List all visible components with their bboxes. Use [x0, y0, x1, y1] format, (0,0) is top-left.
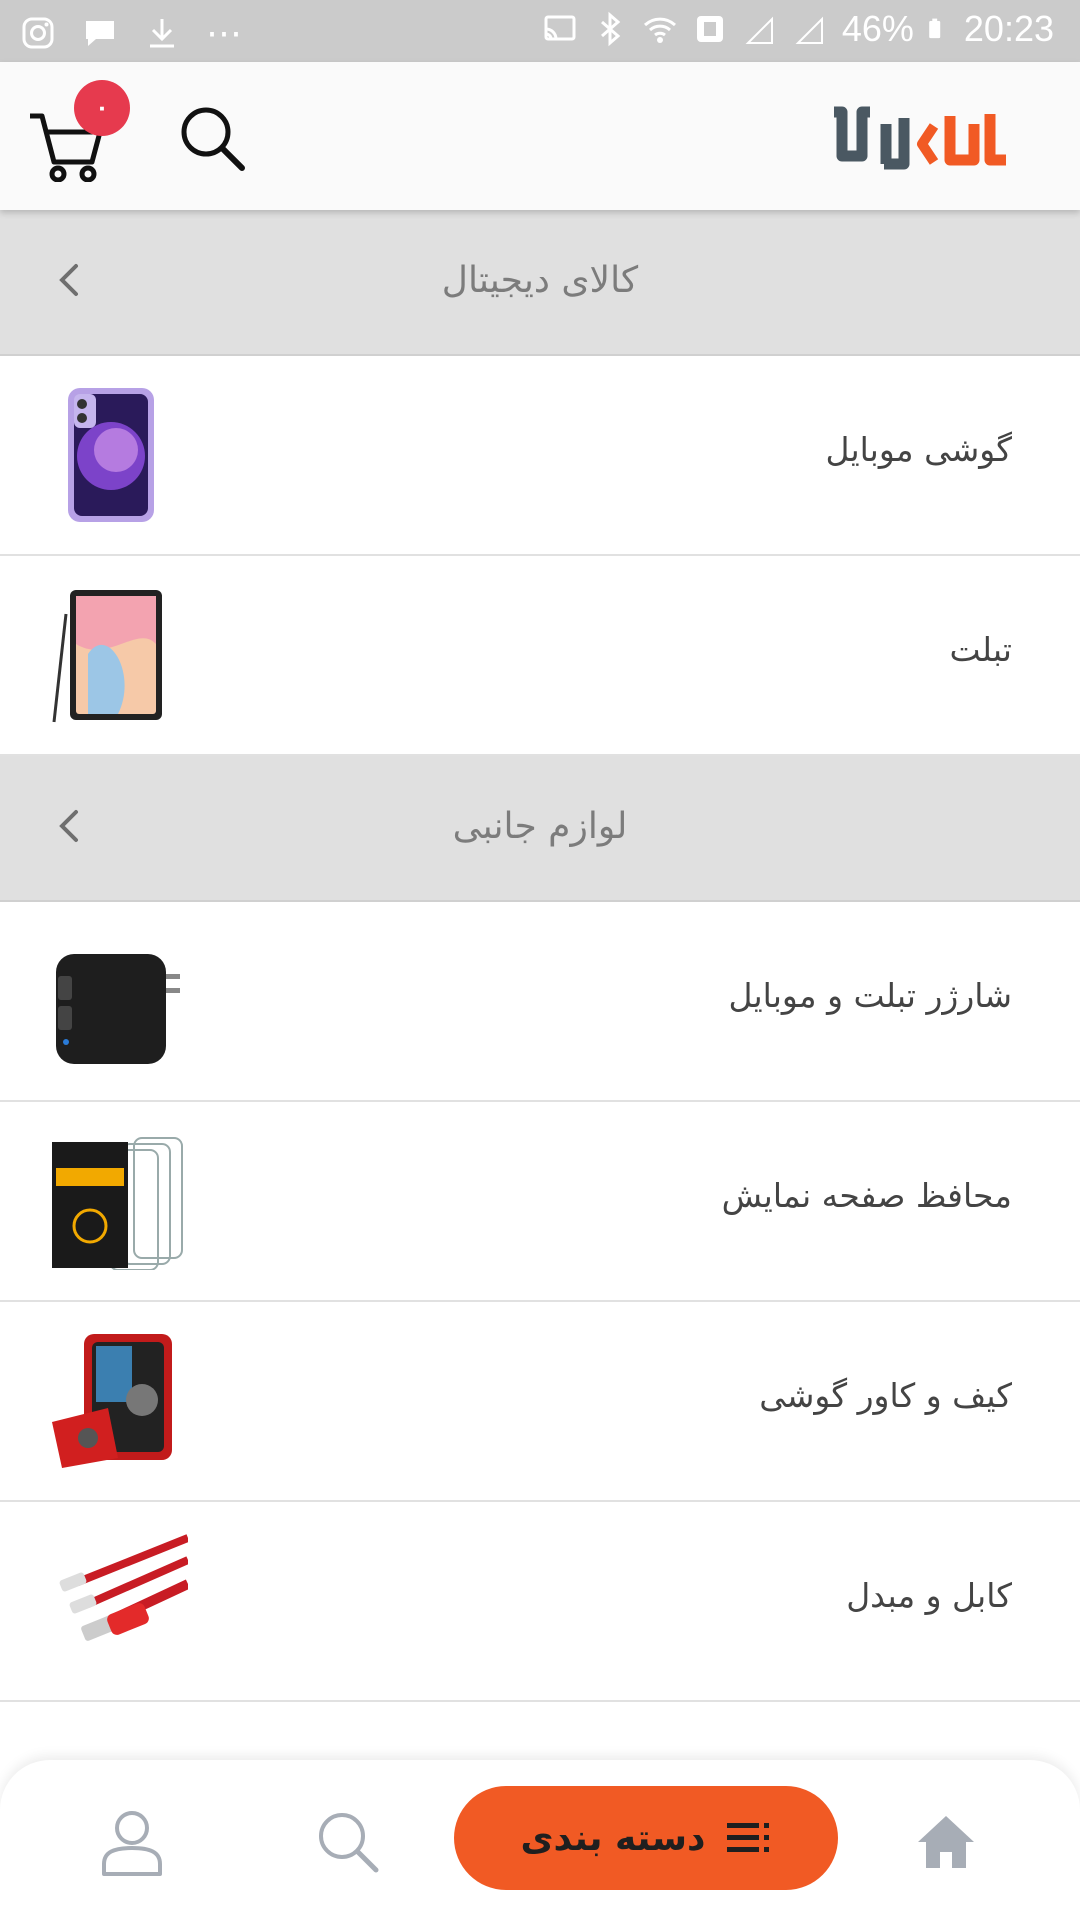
phone-case-thumbnail	[52, 1334, 172, 1468]
list-item-label: کابل و مبدل	[846, 1576, 1012, 1615]
list-item-label: گوشی موبایل	[825, 430, 1012, 469]
search-icon	[319, 1813, 379, 1873]
header-search-button[interactable]	[176, 102, 248, 174]
battery-icon	[929, 18, 941, 39]
nav-category-label: دسته بندی	[520, 1817, 706, 1859]
tablet-thumbnail	[52, 590, 162, 723]
list-item-tablet[interactable]: تبلت	[0, 556, 1080, 756]
list-item-label: تبلت	[949, 630, 1012, 669]
category-list: کالای دیجیتال گوشی موبایل تبلت لوازم جان…	[0, 210, 1080, 1702]
bluetooth-icon	[600, 11, 621, 47]
cable-thumbnail	[59, 1534, 188, 1641]
list-item-mobile-phone[interactable]: گوشی موبایل	[0, 356, 1080, 556]
bottom-navigation: دسته بندی	[0, 1760, 1080, 1920]
list-item-label: محافظ صفحه نمایش	[721, 1176, 1012, 1215]
list-item-screen-protector[interactable]: محافظ صفحه نمایش	[0, 1102, 1080, 1302]
cast-icon	[544, 15, 576, 41]
nav-profile-button[interactable]	[100, 1808, 164, 1878]
list-item-charger[interactable]: شارژر تبلت و موبایل	[0, 902, 1080, 1102]
nfc-icon	[696, 16, 723, 42]
section-title: لوازم جانبی	[452, 806, 628, 847]
chevron-left-icon	[59, 810, 78, 842]
download-icon	[150, 19, 174, 48]
home-icon	[918, 1816, 974, 1868]
section-header-accessories[interactable]: لوازم جانبی	[0, 756, 1080, 902]
search-icon	[181, 107, 245, 171]
nav-home-button[interactable]	[916, 1814, 976, 1870]
list-item-cable[interactable]: کابل و مبدل	[0, 1502, 1080, 1702]
status-left-icons: ⋯	[20, 12, 242, 54]
instagram-icon	[22, 17, 54, 49]
user-icon	[102, 1811, 162, 1876]
nav-category-button[interactable]: دسته بندی	[454, 1786, 838, 1890]
section-title: کالای دیجیتال	[441, 260, 639, 301]
wifi-icon	[643, 17, 676, 43]
charger-thumbnail	[56, 954, 180, 1064]
section-header-digital[interactable]: کالای دیجیتال	[0, 210, 1080, 356]
menu-list-icon	[727, 1823, 770, 1852]
clock: 20:23	[963, 8, 1054, 49]
status-right-icons: 46% 20:23	[542, 8, 1054, 50]
signal-2-icon	[795, 16, 823, 44]
list-item-label: کیف و کاور گوشی	[759, 1376, 1012, 1415]
list-item-label: شارژر تبلت و موبایل	[728, 976, 1012, 1015]
screen-protector-thumbnail	[52, 1137, 183, 1270]
brand-logo[interactable]	[826, 100, 1010, 180]
status-bar: ⋯ 46% 20:23	[0, 0, 1080, 62]
signal-1-icon	[745, 16, 773, 44]
chevron-left-icon	[59, 264, 78, 296]
battery-percent: 46%	[841, 8, 914, 49]
list-item-phone-case[interactable]: کیف و کاور گوشی	[0, 1302, 1080, 1502]
nav-search-button[interactable]	[314, 1808, 380, 1874]
more-notifications-icon: ⋯	[206, 12, 242, 53]
lakala-logo-icon	[834, 106, 1006, 170]
cart-count-badge: ۰	[74, 80, 130, 136]
app-header: ۰	[0, 62, 1080, 210]
message-icon	[86, 21, 114, 46]
phone-thumbnail	[68, 388, 154, 522]
